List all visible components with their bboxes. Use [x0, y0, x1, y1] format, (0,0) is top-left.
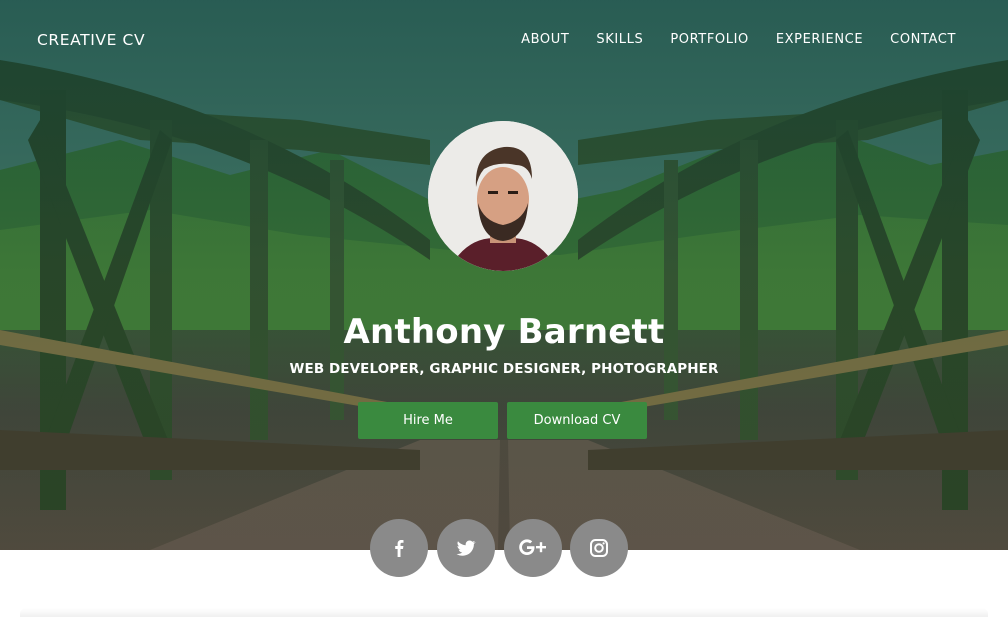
nav-item-skills[interactable]: SKILLS	[596, 32, 643, 47]
facebook-button[interactable]	[370, 519, 428, 577]
content-card-edge	[20, 608, 988, 617]
nav-item-about[interactable]: ABOUT	[521, 32, 569, 47]
twitter-button[interactable]	[437, 519, 495, 577]
download-cv-button[interactable]: Download CV	[507, 402, 647, 439]
profile-roles: WEB DEVELOPER, GRAPHIC DESIGNER, PHOTOGR…	[289, 361, 719, 377]
google-plus-icon	[519, 539, 546, 555]
brand-logo[interactable]: CREATIVE CV	[37, 31, 145, 49]
nav-menu: ABOUT SKILLS PORTFOLIO EXPERIENCE CONTAC…	[494, 32, 956, 47]
hire-me-button[interactable]: Hire Me	[358, 402, 498, 439]
google-plus-button[interactable]	[504, 519, 562, 577]
instagram-icon	[590, 539, 608, 557]
instagram-button[interactable]	[570, 519, 628, 577]
profile-avatar	[428, 121, 578, 271]
nav-item-contact[interactable]: CONTACT	[890, 32, 956, 47]
navbar: CREATIVE CV ABOUT SKILLS PORTFOLIO EXPER…	[0, 0, 1008, 80]
facebook-icon	[395, 540, 404, 557]
nav-item-experience[interactable]: EXPERIENCE	[776, 32, 863, 47]
nav-item-portfolio[interactable]: PORTFOLIO	[670, 32, 749, 47]
avatar-photo	[428, 121, 578, 271]
profile-name: Anthony Barnett	[343, 312, 665, 352]
twitter-icon	[456, 540, 476, 556]
hero-section	[0, 0, 1008, 550]
hero-overlay	[0, 0, 1008, 550]
